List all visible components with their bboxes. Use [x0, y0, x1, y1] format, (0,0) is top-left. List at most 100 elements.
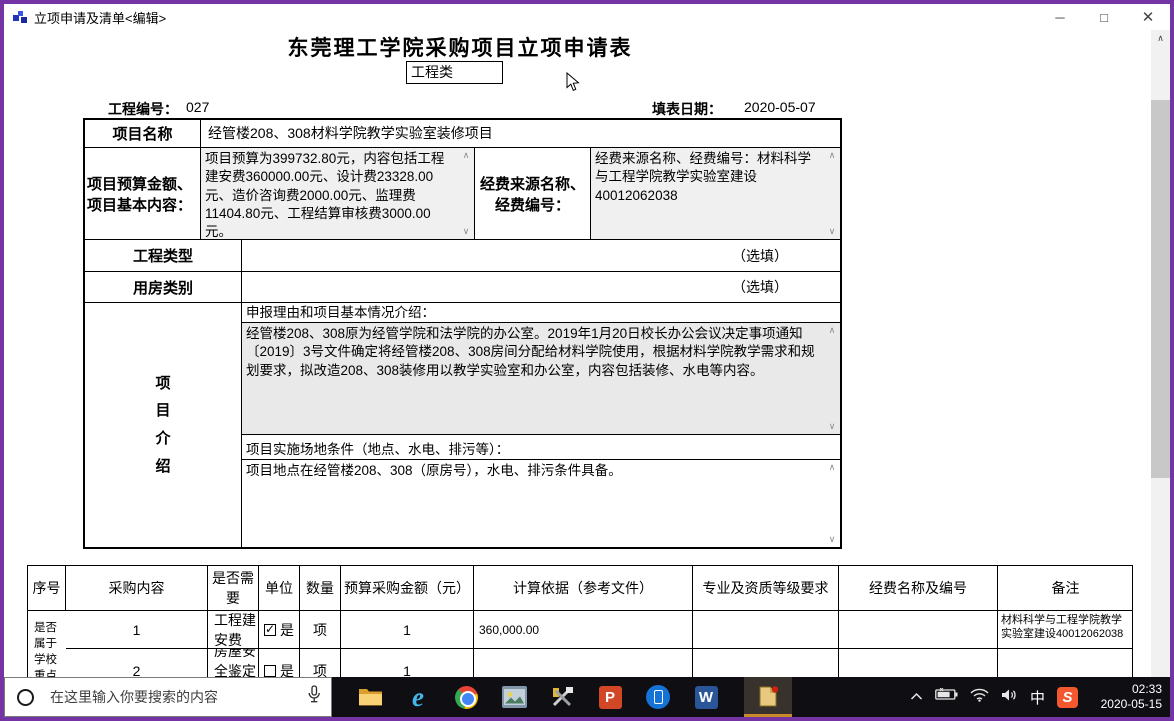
- date-label: 填表日期：: [652, 99, 722, 119]
- row2-content[interactable]: 房屋安全鉴定费: [208, 649, 259, 677]
- cortana-icon[interactable]: [17, 689, 34, 706]
- tools-icon[interactable]: [538, 677, 586, 717]
- tray-time: 02:33: [1090, 682, 1162, 697]
- room-category-value[interactable]: （选填）: [242, 272, 840, 302]
- volume-icon[interactable]: [1001, 688, 1018, 707]
- app-icon: [12, 10, 28, 25]
- row1-remark[interactable]: 是否属于学校 重点项目：: [28, 611, 66, 677]
- powerpoint-icon[interactable]: P: [586, 677, 634, 717]
- internet-explorer-icon[interactable]: e: [394, 677, 442, 717]
- reason-label: 申报理由和项目基本情况介绍：: [242, 303, 840, 323]
- project-no-label: 工程编号：: [108, 99, 178, 119]
- budget-scrollbar[interactable]: ∧ ∨: [458, 148, 474, 239]
- active-app-icon[interactable]: [744, 677, 792, 717]
- wifi-icon[interactable]: [970, 688, 989, 707]
- purchase-table: 序号 采购内容 是否需要 单位 数量 预算采购金额（元） 计算依据（参考文件） …: [27, 565, 1133, 677]
- word-icon[interactable]: W: [682, 677, 730, 717]
- microphone-icon[interactable]: [307, 685, 321, 709]
- row2-basis[interactable]: [693, 649, 839, 677]
- funding-label: 经费来源名称、经费编号：: [475, 148, 591, 239]
- photos-icon[interactable]: [490, 677, 538, 717]
- row2-qualification[interactable]: [839, 649, 998, 677]
- reason-scrollbar[interactable]: ∧ ∨: [824, 323, 840, 434]
- room-category-label: 用房类别: [85, 272, 242, 302]
- engineering-type-label: 工程类型: [85, 240, 242, 271]
- funding-textarea[interactable]: 经费来源名称、经费编号：材料科学与工程学院教学实验室建设40012062038: [591, 148, 840, 239]
- row1-need-label: 是: [280, 620, 294, 640]
- header-qualification: 专业及资质等级要求: [693, 566, 839, 611]
- row2-need-label: 是: [280, 661, 294, 677]
- system-tray: 中 S 02:33 2020-05-15: [910, 677, 1170, 717]
- row2-unit[interactable]: 项: [300, 649, 341, 677]
- form-page: 东莞理工学院采购项目立项申请表 工程类 工程编号： 027 填表日期： 2020…: [4, 30, 1170, 677]
- maximize-button[interactable]: □: [1082, 4, 1126, 30]
- sogou-icon[interactable]: S: [1057, 687, 1078, 708]
- scroll-down-icon[interactable]: ∨: [829, 226, 836, 237]
- header-content: 采购内容: [66, 566, 208, 611]
- category-box[interactable]: 工程类: [406, 61, 503, 84]
- battery-icon[interactable]: [935, 688, 958, 706]
- tray-chevron-icon[interactable]: [910, 688, 923, 706]
- header-need: 是否需要: [208, 566, 259, 611]
- row1-basis[interactable]: [693, 611, 839, 649]
- tray-date: 2020-05-15: [1090, 697, 1162, 712]
- scrollbar-thumb[interactable]: [1151, 100, 1170, 478]
- taskbar-icons: e P: [332, 677, 792, 717]
- row2-fund[interactable]: [998, 649, 1133, 677]
- search-input[interactable]: [50, 689, 307, 705]
- row1-content[interactable]: 工程建安费: [208, 611, 259, 649]
- row2-seq: 2: [66, 649, 208, 677]
- site-scrollbar[interactable]: ∧ ∨: [824, 460, 840, 547]
- row1-seq: 1: [66, 611, 208, 649]
- mouse-cursor: [566, 72, 580, 97]
- engineering-type-value[interactable]: （选填）: [242, 240, 840, 271]
- taskbar: e P: [4, 677, 1170, 717]
- window-frame: 立项申请及清单<编辑> ─ □ ✕ 东莞理工学院采购项目立项申请表 工程类 工程…: [0, 0, 1174, 721]
- taskbar-search[interactable]: [4, 677, 332, 717]
- date-value: 2020-05-07: [744, 99, 816, 115]
- row1-qty[interactable]: 1: [341, 611, 474, 649]
- project-no-value: 027: [186, 99, 209, 115]
- row1-amount[interactable]: 360,000.00: [474, 611, 693, 649]
- budget-textarea[interactable]: 项目预算为399732.80元，内容包括工程建安费360000.00元、设计费2…: [201, 148, 474, 239]
- minimize-button[interactable]: ─: [1038, 4, 1082, 30]
- site-label: 项目实施场地条件（地点、水电、排污等）：: [242, 440, 840, 460]
- site-textarea[interactable]: 项目地点在经管楼208、308（原房号），水电、排污条件具备。: [242, 460, 840, 547]
- header-qty: 数量: [300, 566, 341, 611]
- scroll-down-icon[interactable]: ∨: [829, 421, 836, 432]
- intro-label: 项目介绍: [85, 303, 242, 547]
- row1-fund[interactable]: 材料科学与工程学院教学实验室建设40012062038: [998, 611, 1133, 649]
- project-name-label: 项目名称: [85, 120, 201, 147]
- your-phone-icon[interactable]: [634, 677, 682, 717]
- scroll-down-icon[interactable]: ∨: [463, 226, 470, 237]
- scrollbar-up-icon[interactable]: ∧: [1151, 30, 1170, 47]
- intro-label-text: 项目介绍: [155, 370, 172, 481]
- window-scrollbar[interactable]: ∧: [1151, 30, 1170, 677]
- header-amount: 预算采购金额（元）: [341, 566, 474, 611]
- scroll-up-icon[interactable]: ∧: [829, 462, 836, 473]
- scroll-up-icon[interactable]: ∧: [829, 325, 836, 336]
- checkbox-unchecked-icon[interactable]: [264, 665, 276, 677]
- ime-indicator[interactable]: 中: [1030, 687, 1045, 708]
- row2-need[interactable]: 是: [259, 649, 300, 677]
- tray-clock[interactable]: 02:33 2020-05-15: [1090, 682, 1162, 712]
- header-fund: 经费名称及编号: [839, 566, 998, 611]
- reason-textarea[interactable]: 经管楼208、308原为经管学院和法学院的办公室。2019年1月20日校长办公会…: [242, 323, 840, 434]
- row2-amount[interactable]: [474, 649, 693, 677]
- scroll-up-icon[interactable]: ∧: [463, 150, 470, 161]
- row1-qualification[interactable]: [839, 611, 998, 649]
- close-button[interactable]: ✕: [1126, 4, 1170, 30]
- row2-qty[interactable]: 1: [341, 649, 474, 677]
- row1-unit[interactable]: 项: [300, 611, 341, 649]
- scroll-down-icon[interactable]: ∨: [829, 534, 836, 545]
- chrome-icon[interactable]: [442, 677, 490, 717]
- header-remark: 备注: [998, 566, 1133, 611]
- row1-need[interactable]: 是: [259, 611, 300, 649]
- page-title: 东莞理工学院采购项目立项申请表: [80, 32, 840, 62]
- file-explorer-icon[interactable]: [346, 677, 394, 717]
- scroll-up-icon[interactable]: ∧: [829, 150, 836, 161]
- project-name-value[interactable]: 经管楼208、308材料学院教学实验室装修项目: [201, 120, 840, 147]
- checkbox-checked-icon[interactable]: [264, 624, 276, 636]
- funding-scrollbar[interactable]: ∧ ∨: [824, 148, 840, 239]
- meta-row: 工程编号： 027 填表日期： 2020-05-07: [4, 99, 1170, 117]
